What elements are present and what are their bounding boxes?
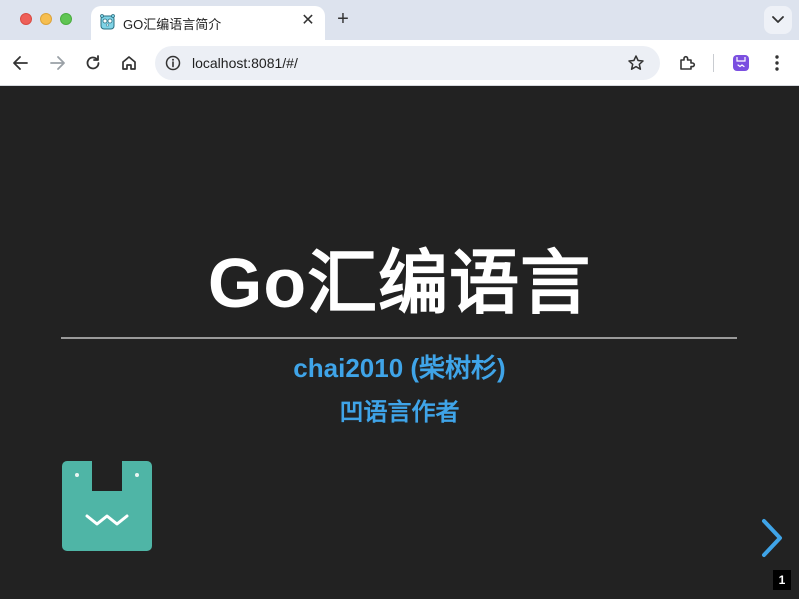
chevron-down-icon [772, 16, 784, 23]
back-icon[interactable] [10, 52, 32, 74]
slide-role: 凹语言作者 [339, 399, 460, 426]
address-bar-url: localhost:8081/#/ [192, 55, 298, 71]
browser-window: GO汇编语言简介 ✕ + localhost:8081/#/ Go汇编语言 ch… [0, 0, 799, 599]
chevron-right-icon[interactable] [756, 517, 786, 559]
extensions-icon[interactable] [676, 52, 698, 74]
slide-page-number: 1 [773, 570, 791, 590]
tab-close-button[interactable]: ✕ [299, 12, 317, 30]
home-icon[interactable] [118, 52, 140, 74]
gopher-icon [99, 13, 116, 30]
new-tab-button[interactable]: + [333, 9, 353, 29]
window-minimize-button[interactable] [40, 13, 52, 25]
title-divider [61, 337, 737, 339]
toolbar-divider [713, 54, 714, 72]
tab-strip: GO汇编语言简介 ✕ + [0, 0, 799, 40]
slide: Go汇编语言 chai2010 (柴树杉) 凹语言作者 1 [0, 87, 799, 599]
browser-toolbar: localhost:8081/#/ [0, 40, 799, 86]
tab-title: GO汇编语言简介 [123, 17, 222, 32]
profile-icon[interactable] [730, 52, 752, 74]
wa-language-logo [62, 461, 152, 551]
address-bar[interactable]: localhost:8081/#/ [155, 46, 660, 80]
bookmark-star-icon[interactable] [627, 54, 645, 72]
window-maximize-button[interactable] [60, 13, 72, 25]
menu-icon[interactable] [766, 52, 788, 74]
tab-search-button[interactable] [764, 6, 792, 34]
window-close-button[interactable] [20, 13, 32, 25]
active-tab[interactable]: GO汇编语言简介 ✕ [91, 6, 325, 40]
slide-author: chai2010 (柴树杉) [293, 353, 506, 383]
forward-icon[interactable] [46, 52, 68, 74]
slide-title: Go汇编语言 [207, 244, 592, 322]
reload-icon[interactable] [82, 52, 104, 74]
site-info-icon[interactable] [165, 55, 181, 71]
